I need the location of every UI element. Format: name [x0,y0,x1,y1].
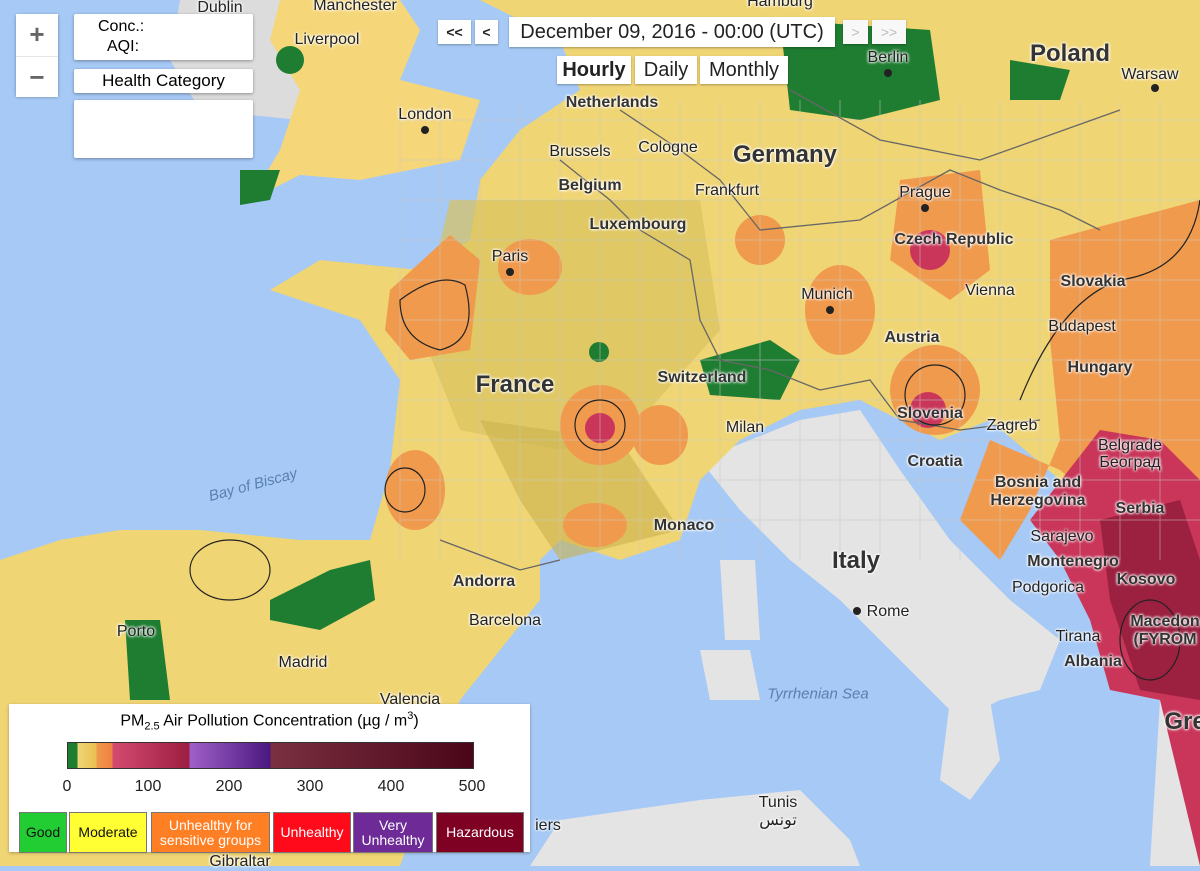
map-label: Albania [1064,653,1122,670]
map-label: Madrid [278,654,328,671]
map-label: Munich [801,286,853,303]
map-label: Tirana [1055,628,1101,645]
map-label: Hungary [1067,359,1133,376]
health-category-label: Health Category [74,69,253,93]
mode-daily[interactable]: Daily [635,56,697,84]
prev-button[interactable]: < [475,20,498,44]
map-label: Netherlands [565,94,659,111]
map-label: Macedon [1130,613,1200,630]
map-label: Zagreb [986,417,1038,434]
color-scale-bar [67,742,474,769]
legend-category-hazardous: Hazardous [436,812,524,853]
aqi-label: AQI: [107,38,140,55]
legend: PM2.5 Air Pollution Concentration (µg / … [9,704,530,853]
map-label: Herzegovina [990,492,1086,509]
legend-tick: 200 [215,778,243,795]
conc-label: Conc.: [98,18,145,35]
zoom-control: + − [16,14,58,97]
map-label: Hamburg [747,0,813,10]
map-label: Београд [1099,454,1161,471]
map-label: Sarajevo [1030,528,1094,545]
map-label: Liverpool [294,31,360,48]
last-button[interactable]: >> [872,20,906,44]
map-label: Manchester [313,0,397,14]
map-label: Barcelona [468,612,542,629]
map-label: Cologne [638,139,698,156]
legend-category-good: Good [19,812,67,853]
map-label: Tyrrhenian Sea [767,685,869,703]
zoom-out-button[interactable]: − [16,56,58,97]
map-label: Serbia [1115,500,1165,517]
legend-tick: 300 [296,778,324,795]
map-label: Germany [732,141,838,168]
map-label: Kosovo [1116,571,1176,588]
map-label: Montenegro [1027,553,1119,570]
health-category-value [74,100,253,158]
map-label: Rome [866,603,910,620]
map-label: Austria [884,329,940,346]
legend-category-very-unhealthy: Very Unhealthy [353,812,433,853]
map-label: Milan [725,419,765,436]
map-label: Italy [831,547,881,574]
map-label: Berlin [867,49,909,66]
map-label: Warsaw [1121,66,1179,83]
map-label: Frankfurt [694,182,760,199]
legend-title: PM2.5 Air Pollution Concentration (µg / … [120,710,419,733]
mode-hourly[interactable]: Hourly [557,56,631,84]
map-label: Gibraltar [209,853,271,870]
legend-category-moderate: Moderate [69,812,147,853]
map-label: Croatia [907,453,963,470]
map-label: Podgorica [1011,579,1085,596]
legend-tick: 500 [458,778,486,795]
map-label: iers [535,817,561,834]
map-label: Switzerland [657,369,747,386]
map-label: France [475,371,555,398]
mode-monthly[interactable]: Monthly [700,56,788,84]
map-label: Andorra [452,573,516,590]
map-label: Slovenia [897,405,963,422]
map-label: Gre [1164,708,1200,735]
legend-category-unhealthy-for-sensitive-groups: Unhealthy for sensitive groups [151,812,270,853]
legend-tick: 0 [62,778,72,795]
map-label: Budapest [1048,318,1116,335]
legend-tick: 400 [377,778,405,795]
map-label: Slovakia [1060,273,1126,290]
map-label: London [398,106,452,123]
map-label: Czech Republic [894,231,1014,248]
map-label: Luxembourg [589,216,687,233]
next-button[interactable]: > [843,20,868,44]
map-label: Bosnia and [994,474,1082,491]
map-label: تونس [759,812,797,829]
map-label: Vienna [965,282,1015,299]
first-button[interactable]: << [438,20,471,44]
zoom-in-button[interactable]: + [16,14,58,54]
map-label: Monaco [653,517,715,534]
map-label: Belgrade [1097,437,1163,454]
map-label: Brussels [549,143,611,160]
legend-tick: 100 [134,778,162,795]
map-label: Paris [491,248,529,265]
concentration-panel: Conc.: AQI: [74,14,253,60]
map-label: Belgium [558,177,622,194]
legend-category-unhealthy: Unhealthy [273,812,351,853]
date-display: December 09, 2016 - 00:00 (UTC) [509,17,835,47]
map-label: (FYROM [1133,631,1197,648]
map-label: Prague [899,184,951,201]
map-label: Porto [116,623,156,640]
map-label: Poland [1029,40,1111,67]
